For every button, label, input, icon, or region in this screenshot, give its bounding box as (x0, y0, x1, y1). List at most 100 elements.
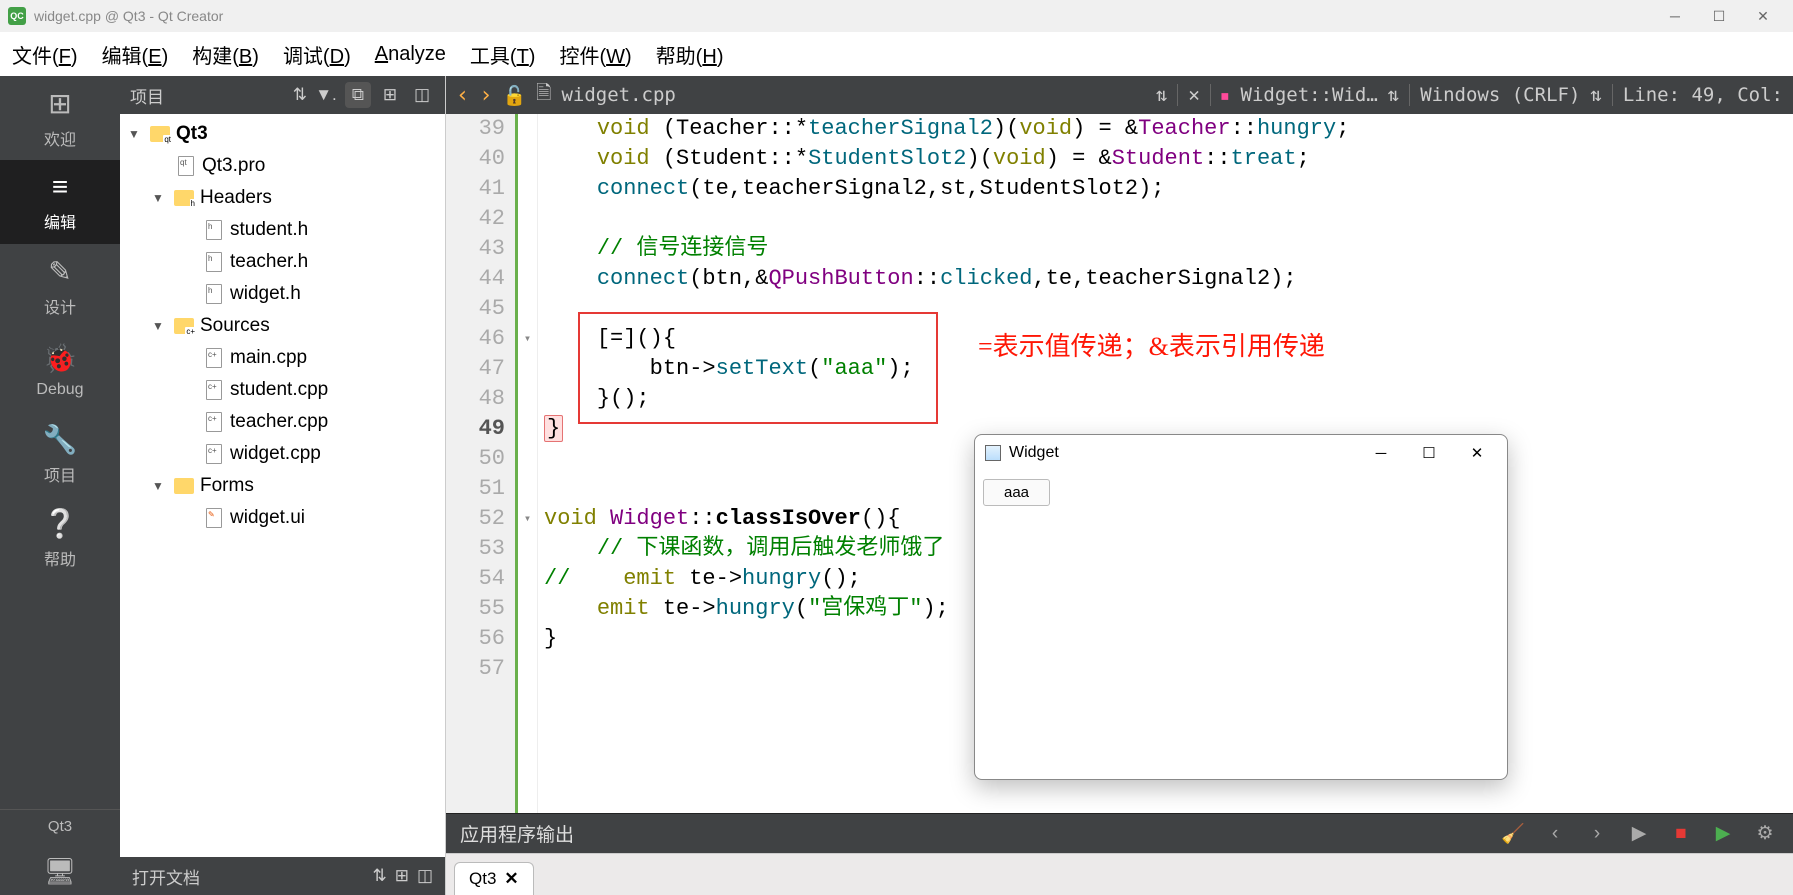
output-tab-strip: Qt3 ✕ (446, 853, 1793, 895)
popup-minimize-button[interactable]: ─ (1361, 439, 1401, 467)
tree-file-widget-cpp[interactable]: c+ widget.cpp (120, 438, 445, 470)
updown-icon[interactable]: ⇅ (293, 85, 307, 105)
output-tab-qt3[interactable]: Qt3 ✕ (454, 862, 534, 895)
gear-icon[interactable]: ⚙ (1751, 820, 1779, 848)
add-icon[interactable]: ⊞ (377, 82, 403, 108)
popup-maximize-button[interactable]: ☐ (1409, 439, 1449, 467)
minimize-button[interactable]: ─ (1653, 2, 1697, 30)
chevron-down-icon: ▼ (152, 479, 168, 493)
menu-widgets[interactable]: 控件(W) (559, 40, 631, 69)
mode-edit[interactable]: ≡ 编辑 (0, 160, 120, 244)
updown-icon[interactable]: ⇅ (1388, 84, 1399, 106)
mode-help[interactable]: ❔ 帮助 (0, 496, 120, 580)
menu-edit[interactable]: 编辑(E) (102, 40, 169, 69)
chevron-down-icon: ▼ (152, 191, 168, 205)
tree-file-student-h[interactable]: h student.h (120, 214, 445, 246)
mode-debug[interactable]: 🐞 Debug (0, 328, 120, 412)
play-icon[interactable]: ▶ (1625, 820, 1653, 848)
project-selector[interactable]: 项目 (130, 83, 287, 108)
tree-folder-headers[interactable]: ▼ h Headers (120, 182, 445, 214)
updown-icon[interactable]: ⇅ (1590, 84, 1601, 106)
filter-icon[interactable]: ▼. (313, 82, 339, 108)
cursor-position[interactable]: Line: 49, Col: (1623, 84, 1783, 106)
close-editor-button[interactable]: ✕ (1188, 84, 1199, 106)
tree-file-student-cpp[interactable]: c+ student.cpp (120, 374, 445, 406)
output-pane-header: 应用程序输出 🧹 ‹ › ▶ ■ ▶ ⚙ (446, 813, 1793, 853)
file-h-icon: h (206, 284, 222, 304)
tree-file-pro[interactable]: qt Qt3.pro (120, 150, 445, 182)
mode-design[interactable]: ✎ 设计 (0, 244, 120, 328)
tree-file-teacher-cpp[interactable]: c+ teacher.cpp (120, 406, 445, 438)
encoding-selector[interactable]: Windows (CRLF) (1420, 84, 1580, 106)
run-button-area[interactable]: 🖥 (0, 847, 120, 895)
bug-icon: 🐞 (43, 342, 78, 375)
file-icon: 🗎 (536, 79, 551, 111)
lock-icon[interactable]: 🔓 (503, 84, 527, 107)
stop-icon[interactable]: ■ (1667, 820, 1695, 848)
line-number-gutter: 394041 424344 454647 484950 515253 54555… (446, 114, 518, 813)
file-cpp-icon: c+ (206, 444, 222, 464)
output-title[interactable]: 应用程序输出 (460, 820, 1485, 847)
menu-build[interactable]: 构建(B) (192, 40, 259, 69)
folder-icon: qt (150, 126, 170, 142)
menu-file[interactable]: 文件(F) (12, 40, 78, 69)
menu-tools[interactable]: 工具(T) (470, 40, 536, 69)
diamond-icon: ◆ (1216, 85, 1236, 105)
folder-icon (174, 478, 194, 494)
mode-project[interactable]: 🔧 项目 (0, 412, 120, 496)
tree-file-main-cpp[interactable]: c+ main.cpp (120, 342, 445, 374)
tree-file-widget-ui[interactable]: ✎ widget.ui (120, 502, 445, 534)
file-ui-icon: ✎ (206, 508, 222, 528)
file-cpp-icon: c+ (206, 412, 222, 432)
file-h-icon: h (206, 252, 222, 272)
popup-titlebar[interactable]: Widget ─ ☐ ✕ (975, 435, 1507, 471)
maximize-button[interactable]: ☐ (1697, 2, 1741, 30)
monitor-icon: 🖥 (43, 856, 76, 887)
aaa-button[interactable]: aaa (983, 479, 1050, 506)
popup-body: aaa (975, 471, 1507, 779)
close-icon[interactable]: ✕ (504, 869, 518, 889)
question-icon: ❔ (43, 507, 78, 540)
kit-selector[interactable]: Qt3 (0, 809, 120, 843)
folder-icon: h (174, 190, 194, 206)
link-icon[interactable]: ⧉ (345, 82, 371, 108)
tree-file-teacher-h[interactable]: h teacher.h (120, 246, 445, 278)
mode-welcome[interactable]: ⊞ 欢迎 (0, 76, 120, 160)
menu-debug[interactable]: 调试(D) (283, 40, 351, 69)
tree-folder-forms[interactable]: ▼ Forms (120, 470, 445, 502)
project-toolbar: 项目 ⇅ ▼. ⧉ ⊞ ◫ (120, 76, 445, 114)
updown-icon[interactable]: ⇅ (1156, 84, 1167, 106)
clear-icon[interactable]: 🧹 (1499, 820, 1527, 848)
close-button[interactable]: ✕ (1741, 2, 1785, 30)
next-icon[interactable]: › (1583, 820, 1611, 848)
nav-forward-button[interactable]: › (479, 83, 492, 108)
window-icon (985, 445, 1001, 461)
popup-title: Widget (1009, 444, 1353, 462)
runtime-widget-window[interactable]: Widget ─ ☐ ✕ aaa (974, 434, 1508, 780)
split-icon[interactable]: ◫ (409, 82, 435, 108)
project-panel: 项目 ⇅ ▼. ⧉ ⊞ ◫ ▼ qt Qt3 qt Qt3.pro ▼ h He… (120, 76, 446, 895)
split-icon[interactable]: ◫ (417, 866, 433, 886)
file-h-icon: h (206, 220, 222, 240)
mode-bar: ⊞ 欢迎 ≡ 编辑 ✎ 设计 🐞 Debug 🔧 项目 ❔ 帮助 Qt3 🖥 (0, 76, 120, 895)
chevron-down-icon: ▼ (152, 319, 168, 333)
chevron-down-icon: ▼ (128, 127, 144, 141)
menu-analyze[interactable]: Analyze (375, 43, 446, 66)
run-icon[interactable]: ▶ (1709, 820, 1737, 848)
prev-icon[interactable]: ‹ (1541, 820, 1569, 848)
current-file-label[interactable]: widget.cpp (561, 84, 675, 106)
file-cpp-icon: c+ (206, 348, 222, 368)
file-icon: qt (178, 156, 194, 176)
tree-root-qt3[interactable]: ▼ qt Qt3 (120, 118, 445, 150)
wrench-icon: 🔧 (43, 423, 78, 456)
symbol-selector[interactable]: Widget::Wid… (1241, 84, 1378, 106)
edit-icon: ≡ (52, 171, 68, 203)
popup-close-button[interactable]: ✕ (1457, 439, 1497, 467)
open-documents-bar[interactable]: 打开文档 ⇅ ⊞ ◫ (120, 857, 445, 895)
window-title: widget.cpp @ Qt3 - Qt Creator (34, 8, 223, 24)
add-icon[interactable]: ⊞ (395, 866, 409, 886)
nav-back-button[interactable]: ‹ (456, 83, 469, 108)
tree-folder-sources[interactable]: ▼ c+ Sources (120, 310, 445, 342)
menu-help[interactable]: 帮助(H) (656, 40, 724, 69)
tree-file-widget-h[interactable]: h widget.h (120, 278, 445, 310)
